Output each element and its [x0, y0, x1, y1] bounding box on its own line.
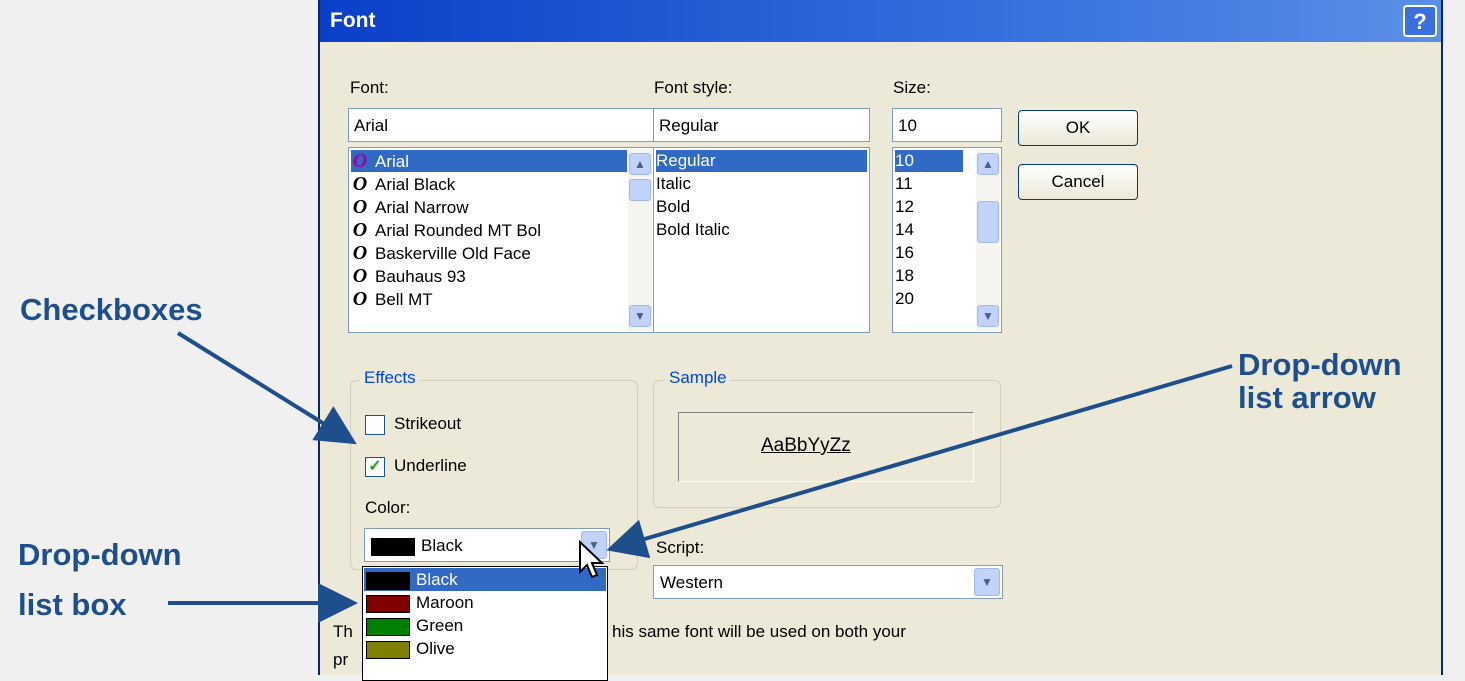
arrow-to-checkboxes	[176, 331, 357, 445]
callout-arrows	[168, 331, 1233, 623]
arrow-to-dropdown-arrow	[606, 364, 1233, 559]
